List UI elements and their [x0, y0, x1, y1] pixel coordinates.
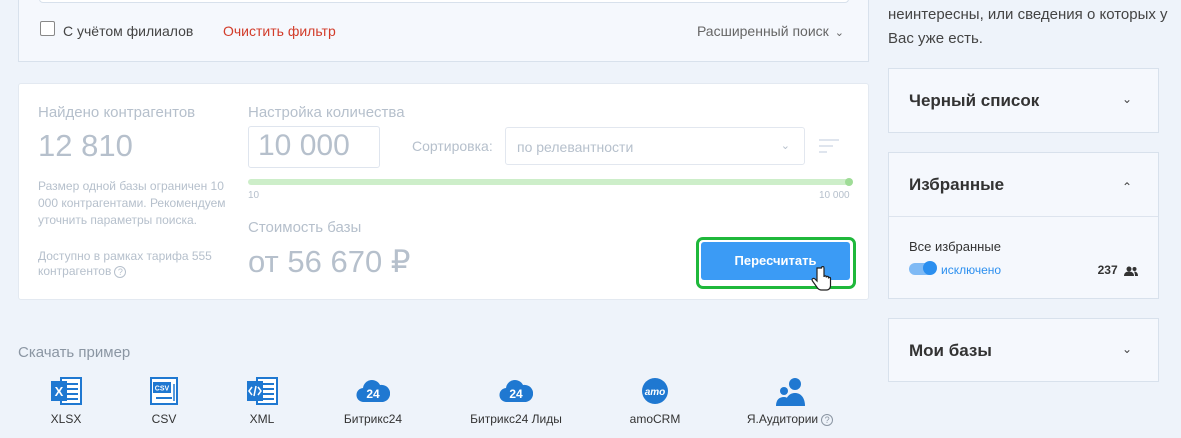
- favorites-count-value: 237: [1097, 263, 1118, 277]
- search-bar-bottom: [39, 0, 849, 3]
- found-label: Найдено контрагентов: [38, 104, 196, 121]
- quantity-slider-handle[interactable]: [845, 178, 853, 186]
- limit-note: Размер одной базы ограничен 10 000 контр…: [38, 179, 226, 227]
- favorites-title: Избранные: [909, 175, 1005, 194]
- help-icon[interactable]: ?: [114, 266, 127, 278]
- slider-max-label: 10 000: [819, 190, 850, 201]
- bitrix24-icon: 24: [499, 380, 533, 403]
- my-bases-title: Мои базы: [909, 341, 992, 360]
- download-ya-audiences-label: Я.Аудитории?: [743, 412, 837, 426]
- my-bases-accordion: Мои базы ⌄: [888, 318, 1159, 382]
- chevron-up-icon: ⌃: [1121, 180, 1132, 194]
- chevron-down-icon: ⌄: [780, 140, 790, 152]
- chevron-down-icon: ⌄: [1121, 92, 1132, 106]
- ya-audiences-text: Я.Аудитории: [746, 412, 819, 426]
- svg-text:24: 24: [366, 387, 380, 401]
- results-card: Найдено контрагентов 12 810 Размер одной…: [18, 83, 869, 300]
- download-title: Скачать пример: [18, 344, 131, 361]
- download-amocrm[interactable]: amo amoCRM: [628, 376, 682, 426]
- blacklist-accordion: Черный список ⌄: [888, 68, 1159, 133]
- found-count: 12 810: [38, 128, 133, 163]
- tariff-note: Доступно в рамках тарифа 555 контрагенто…: [38, 249, 228, 279]
- clear-filter-link[interactable]: Очистить фильтр: [223, 23, 336, 39]
- download-xlsx[interactable]: X XLSX: [47, 376, 85, 426]
- download-bitrix24-label: Битрикс24: [343, 412, 403, 426]
- download-bitrix24-leads-label: Битрикс24 Лиды: [470, 412, 562, 426]
- favorites-all-label: Все избранные: [909, 239, 1001, 254]
- download-amocrm-label: amoCRM: [629, 412, 681, 426]
- favorites-count: 237: [1098, 263, 1138, 277]
- xml-icon: [247, 377, 278, 405]
- download-ya-audiences[interactable]: Я.Аудитории?: [743, 376, 837, 426]
- quantity-input[interactable]: 10 000: [248, 126, 380, 168]
- quantity-slider[interactable]: [248, 179, 850, 185]
- favorites-toggle-label[interactable]: исключено: [941, 263, 1001, 277]
- slider-min-label: 10: [248, 190, 260, 201]
- sort-select[interactable]: по релевантности ⌄: [505, 127, 805, 165]
- favorites-toggle[interactable]: [909, 261, 937, 275]
- download-bitrix24-leads[interactable]: 24 Битрикс24 Лиды: [467, 376, 565, 426]
- blacklist-header[interactable]: Черный список ⌄: [889, 69, 1158, 132]
- sort-select-value: по релевантности: [517, 139, 634, 155]
- branches-label[interactable]: С учётом филиалов: [63, 23, 193, 39]
- favorites-body: Все избранные исключено 237: [889, 216, 1158, 297]
- audience-icon: [776, 378, 805, 406]
- toggle-knob: [923, 261, 937, 275]
- download-csv[interactable]: CSV CSV: [145, 376, 183, 426]
- advanced-search-label: Расширенный поиск: [696, 23, 829, 39]
- xlsx-icon: X: [51, 377, 82, 405]
- sidebar-intro-text: неинтересны, или сведения о которых у Ва…: [888, 6, 1168, 47]
- branches-checkbox[interactable]: [40, 21, 55, 36]
- blacklist-title: Черный список: [909, 91, 1040, 110]
- download-bitrix24[interactable]: 24 Битрикс24: [340, 376, 406, 426]
- download-xml[interactable]: XML: [243, 376, 281, 426]
- chevron-down-icon: ⌄: [1121, 342, 1132, 356]
- download-xlsx-label: XLSX: [50, 412, 82, 426]
- hand-cursor-icon: [811, 266, 832, 291]
- csv-icon: CSV: [150, 377, 178, 405]
- svg-text:amo: amo: [645, 387, 666, 398]
- filter-panel: С учётом филиалов Очистить фильтр Расшир…: [18, 0, 869, 62]
- download-csv-label: CSV: [151, 412, 177, 426]
- help-icon[interactable]: ?: [821, 414, 834, 426]
- favorites-accordion: Избранные ⌃ Все избранные исключено 237: [888, 152, 1159, 299]
- sort-order-icon[interactable]: [819, 139, 839, 157]
- my-bases-header[interactable]: Мои базы ⌄: [889, 319, 1158, 382]
- cost-label: Стоимость базы: [248, 219, 362, 236]
- download-xml-label: XML: [249, 412, 275, 426]
- chevron-down-icon: ⌄: [834, 27, 844, 39]
- favorites-header[interactable]: Избранные ⌃: [889, 153, 1158, 216]
- bitrix24-icon: 24: [356, 380, 390, 403]
- sort-label: Сортировка:: [412, 138, 493, 154]
- svg-text:CSV: CSV: [155, 386, 170, 393]
- advanced-search-toggle[interactable]: Расширенный поиск ⌄: [697, 23, 844, 39]
- quantity-label: Настройка количества: [248, 104, 405, 121]
- users-icon: [1124, 266, 1138, 276]
- amocrm-icon: amo: [642, 378, 668, 404]
- svg-text:24: 24: [509, 387, 523, 401]
- cost-value: от 56 670 ₽: [248, 244, 411, 279]
- svg-text:X: X: [55, 384, 64, 399]
